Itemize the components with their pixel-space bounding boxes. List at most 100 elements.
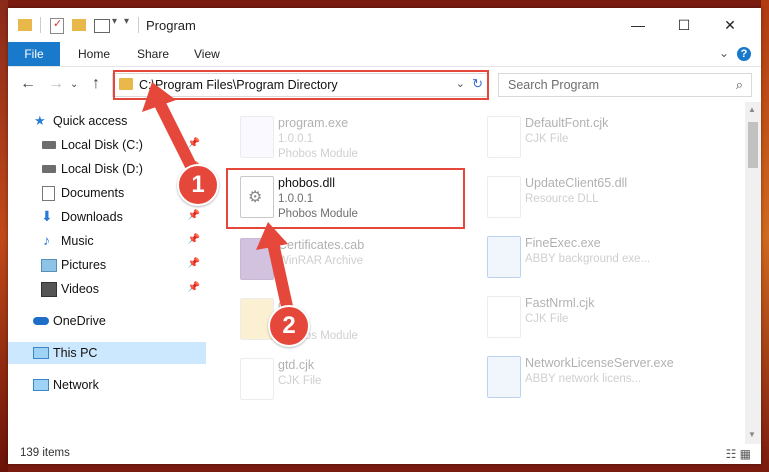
help-icon[interactable]: ?: [737, 47, 751, 61]
divider: [138, 17, 139, 33]
cjk-file-icon: [487, 116, 521, 158]
file-item[interactable]: Certificates.cab WinRAR Archive: [228, 234, 478, 290]
sidebar-item-videos[interactable]: Videos 📌: [8, 278, 206, 300]
file-type: CJK File: [525, 313, 569, 325]
maximize-button[interactable]: ☐: [661, 8, 707, 42]
forward-arrow-icon[interactable]: →: [48, 75, 64, 93]
file-description: Phobos Module: [278, 148, 358, 160]
videos-icon: [41, 282, 57, 297]
sidebar-item-downloads[interactable]: ⬇ Downloads 📌: [8, 206, 206, 228]
file-name: program.exe: [278, 116, 349, 130]
sidebar-item-onedrive[interactable]: OneDrive: [8, 310, 206, 332]
address-bar-highlight: [113, 70, 489, 100]
navigation-pane: ★ Quick access Local Disk (C:) 📌 Local D…: [8, 102, 206, 444]
folder-icon: [18, 19, 32, 31]
sidebar-item-local-disk-d[interactable]: Local Disk (D:) 📌: [8, 158, 206, 180]
divider: [40, 17, 41, 33]
desktop-background-left: [0, 0, 8, 472]
drive-icon: [42, 165, 56, 173]
close-button[interactable]: ✕: [707, 8, 753, 42]
sidebar-item-label: Music: [61, 234, 94, 248]
customize-icon[interactable]: [94, 19, 110, 33]
file-item[interactable]: FastNrml.cjk CJK File: [475, 292, 725, 348]
quick-access-dropdown-icon[interactable]: ▾: [124, 16, 129, 32]
up-arrow-icon[interactable]: ↑: [92, 75, 100, 93]
sidebar-item-label: Quick access: [53, 114, 128, 128]
sidebar-item-label: Pictures: [61, 258, 107, 272]
tab-view[interactable]: View: [194, 47, 220, 61]
pc-icon: [33, 347, 49, 359]
file-type: WinRAR Archive: [278, 255, 363, 267]
scroll-down-icon[interactable]: ▼: [748, 430, 756, 439]
scrollbar-thumb[interactable]: [748, 122, 758, 168]
status-bar: 139 items ☷ ▦: [8, 444, 761, 464]
tab-file[interactable]: File: [8, 42, 60, 66]
pin-icon: 📌: [187, 234, 200, 245]
file-highlight: [226, 168, 465, 229]
file-name: gtd.cjk: [278, 358, 315, 372]
pin-icon: 📌: [187, 210, 200, 221]
back-arrow-icon[interactable]: ←: [20, 75, 36, 93]
sidebar-item-pictures[interactable]: Pictures 📌: [8, 254, 206, 276]
star-icon: ★: [34, 113, 46, 128]
pin-icon: 📌: [187, 138, 200, 149]
file-type: ABBY background exe...: [525, 253, 651, 265]
expand-ribbon-icon[interactable]: ⌄: [719, 46, 729, 60]
file-version: 1.0.0.1: [278, 133, 314, 145]
scroll-up-icon[interactable]: ▲: [748, 105, 756, 114]
properties-icon[interactable]: ✓: [50, 18, 64, 34]
view-mode-icons[interactable]: ☷ ▦: [726, 447, 751, 461]
recent-locations-icon[interactable]: ⌄: [70, 79, 78, 90]
window-title: Program: [146, 18, 196, 33]
file-item[interactable]: program.exe 1.0.0.1 Phobos Module: [228, 112, 478, 168]
sidebar-item-quick-access[interactable]: ★ Quick access: [8, 110, 206, 132]
file-name: UpdateClient65.dll: [525, 176, 628, 190]
file-item[interactable]: UpdateClient65.dll Resource DLL: [475, 172, 725, 228]
sidebar-item-music[interactable]: ♪ Music 📌: [8, 230, 206, 252]
exe-file-icon: [240, 116, 274, 158]
tab-share[interactable]: Share: [137, 47, 169, 61]
exe-file-icon: [487, 236, 521, 278]
file-type: Resource DLL: [525, 193, 599, 205]
file-name: Certificates.cab: [278, 238, 365, 252]
file-item[interactable]: dll Phobos Module: [228, 294, 478, 350]
sidebar-item-label: Local Disk (C:): [61, 138, 143, 152]
sidebar-item-label: This PC: [53, 346, 98, 360]
cloud-icon: [33, 317, 49, 325]
file-item[interactable]: FineExec.exe ABBY background exe...: [475, 232, 725, 288]
tab-home[interactable]: Home: [78, 47, 110, 61]
sidebar-item-this-pc[interactable]: This PC: [8, 342, 206, 364]
new-folder-icon[interactable]: [72, 19, 86, 31]
callout-number: 1: [177, 164, 219, 206]
cjk-file-icon: [487, 296, 521, 338]
file-type: CJK File: [525, 133, 569, 145]
file-type: CJK File: [278, 375, 322, 387]
sidebar-item-network[interactable]: Network: [8, 374, 206, 396]
title-bar: ✓ ▾ ▾ Program — ☐ ✕: [8, 8, 761, 42]
documents-icon: [42, 186, 55, 201]
minimize-button[interactable]: —: [615, 8, 661, 42]
search-input[interactable]: Search Program ⌕: [498, 73, 752, 97]
file-type: ABBY network licens...: [525, 373, 642, 385]
sidebar-item-label: Videos: [61, 282, 99, 296]
pin-icon: 📌: [187, 258, 200, 269]
network-icon: [33, 379, 49, 391]
sidebar-item-local-disk-c[interactable]: Local Disk (C:) 📌: [8, 134, 206, 156]
file-item[interactable]: DefaultFont.cjk CJK File: [475, 112, 725, 168]
vertical-scrollbar[interactable]: ▲ ▼: [745, 102, 761, 444]
search-placeholder: Search Program: [508, 78, 600, 92]
search-icon[interactable]: ⌕: [736, 77, 743, 93]
ribbon: File Home Share View ⌄ ?: [8, 42, 761, 67]
archive-file-icon: [240, 238, 274, 280]
sidebar-item-label: Local Disk (D:): [61, 162, 143, 176]
file-item[interactable]: gtd.cjk CJK File: [228, 354, 478, 410]
file-name: DefaultFont.cjk: [525, 116, 609, 130]
dll-file-icon: [487, 176, 521, 218]
file-list: program.exe 1.0.0.1 Phobos Module ⚙ phob…: [213, 102, 743, 444]
desktop-background-right: [761, 0, 769, 472]
chevron-down-icon[interactable]: ▾: [112, 16, 117, 32]
music-icon: ♪: [43, 232, 50, 248]
file-item[interactable]: NetworkLicenseServer.exe ABBY network li…: [475, 352, 725, 408]
pin-icon: 📌: [187, 282, 200, 293]
callout-number: 2: [268, 305, 310, 347]
